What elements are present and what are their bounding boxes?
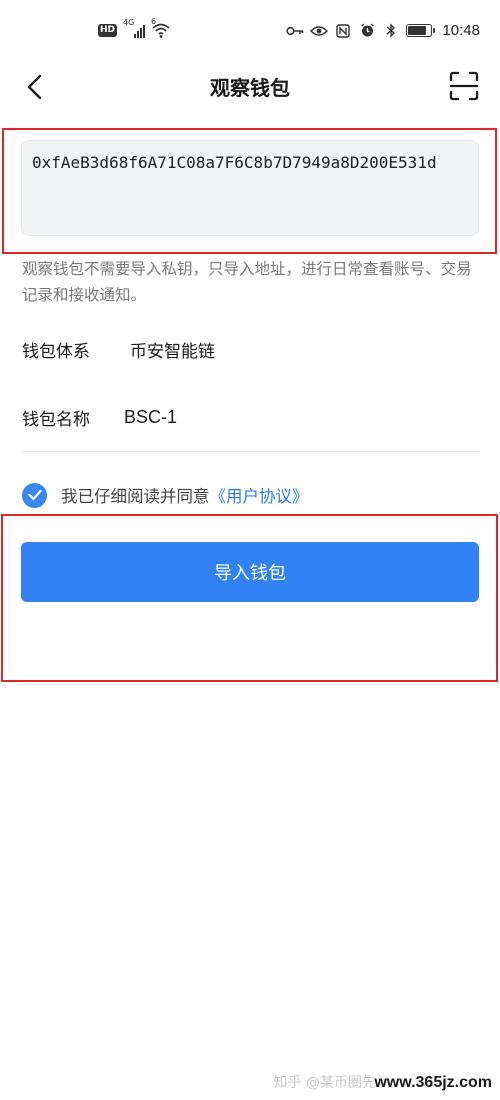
alarm-icon <box>358 23 376 39</box>
check-icon <box>27 489 42 501</box>
user-agreement-link[interactable]: 《用户协议》 <box>210 483 309 507</box>
watermark-url: www.365jz.com <box>372 1074 494 1092</box>
scan-icon <box>449 71 479 101</box>
wifi-icon: 6 <box>151 17 171 38</box>
wallet-system-label: 钱包体系 <box>22 341 90 362</box>
agreement-row: 我已仔细阅读并同意 《用户协议》 <box>22 480 309 510</box>
status-bar-right: 10:48 <box>286 22 480 39</box>
nfc-icon <box>334 23 352 39</box>
page-title: 观察钱包 <box>210 76 290 100</box>
wallet-system-row[interactable]: 钱包体系 币安智能链 <box>22 332 480 366</box>
hd-badge: HD <box>98 23 118 37</box>
wallet-name-row[interactable]: 钱包名称 BSC-1 <box>22 400 480 434</box>
cellular-signal-icon: 4G <box>123 18 146 38</box>
battery-icon <box>406 24 436 37</box>
wallet-name-label: 钱包名称 <box>22 409 90 430</box>
wallet-address-input[interactable]: 0xfAeB3d68f6A71C08a7F6C8b7D7949a8D200E53… <box>21 140 479 236</box>
status-bar-left: HD 4G 6 <box>98 17 171 38</box>
key-icon <box>286 23 304 39</box>
import-wallet-button[interactable]: 导入钱包 <box>21 542 479 602</box>
status-time: 10:48 <box>442 22 480 39</box>
scan-button[interactable] <box>446 68 482 104</box>
header: 观察钱包 <box>0 60 500 112</box>
bluetooth-icon <box>382 23 400 39</box>
wifi-badge: 6 <box>151 17 157 26</box>
battery-level <box>408 26 427 35</box>
wallet-name-input[interactable]: BSC-1 <box>124 407 177 428</box>
agreement-text: 我已仔细阅读并同意 <box>61 487 210 506</box>
eye-icon <box>310 23 329 39</box>
wallet-system-value[interactable]: 币安智能链 <box>130 337 215 362</box>
agreement-checkbox[interactable] <box>22 482 47 508</box>
network-type: 4G <box>123 18 135 27</box>
divider <box>22 451 480 452</box>
status-bar: HD 4G 6 10:48 <box>0 0 500 60</box>
watch-wallet-hint: 观察钱包不需要导入私钥，只导入地址，进行日常查看账号、交易记录和接收通知。 <box>22 260 472 304</box>
